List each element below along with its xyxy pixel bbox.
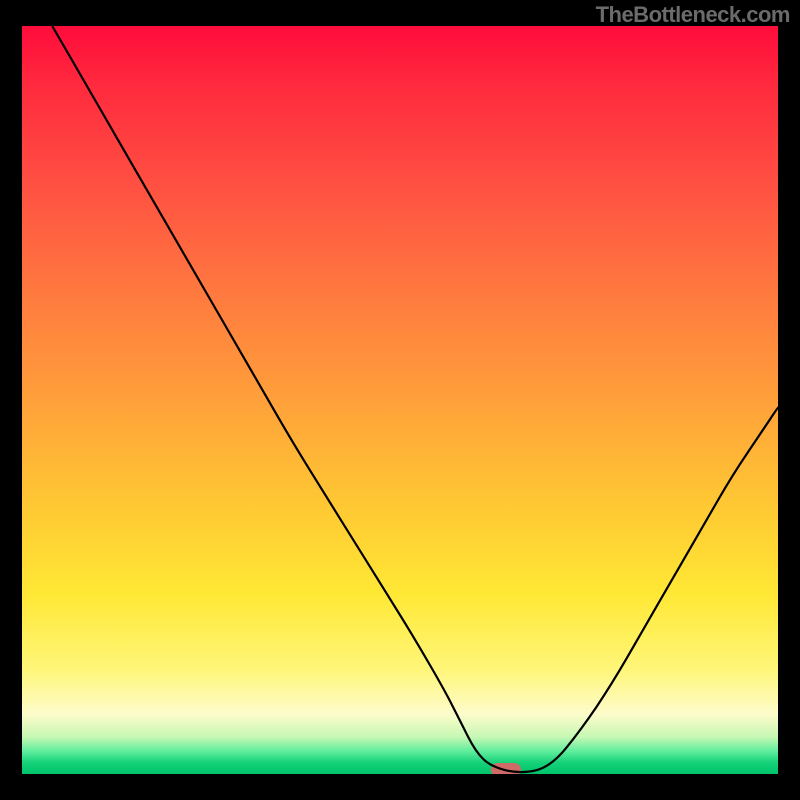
plot-area (22, 26, 778, 774)
chart-container: TheBottleneck.com (0, 0, 800, 800)
watermark-text: TheBottleneck.com (596, 2, 790, 28)
bottleneck-curve (22, 26, 778, 774)
